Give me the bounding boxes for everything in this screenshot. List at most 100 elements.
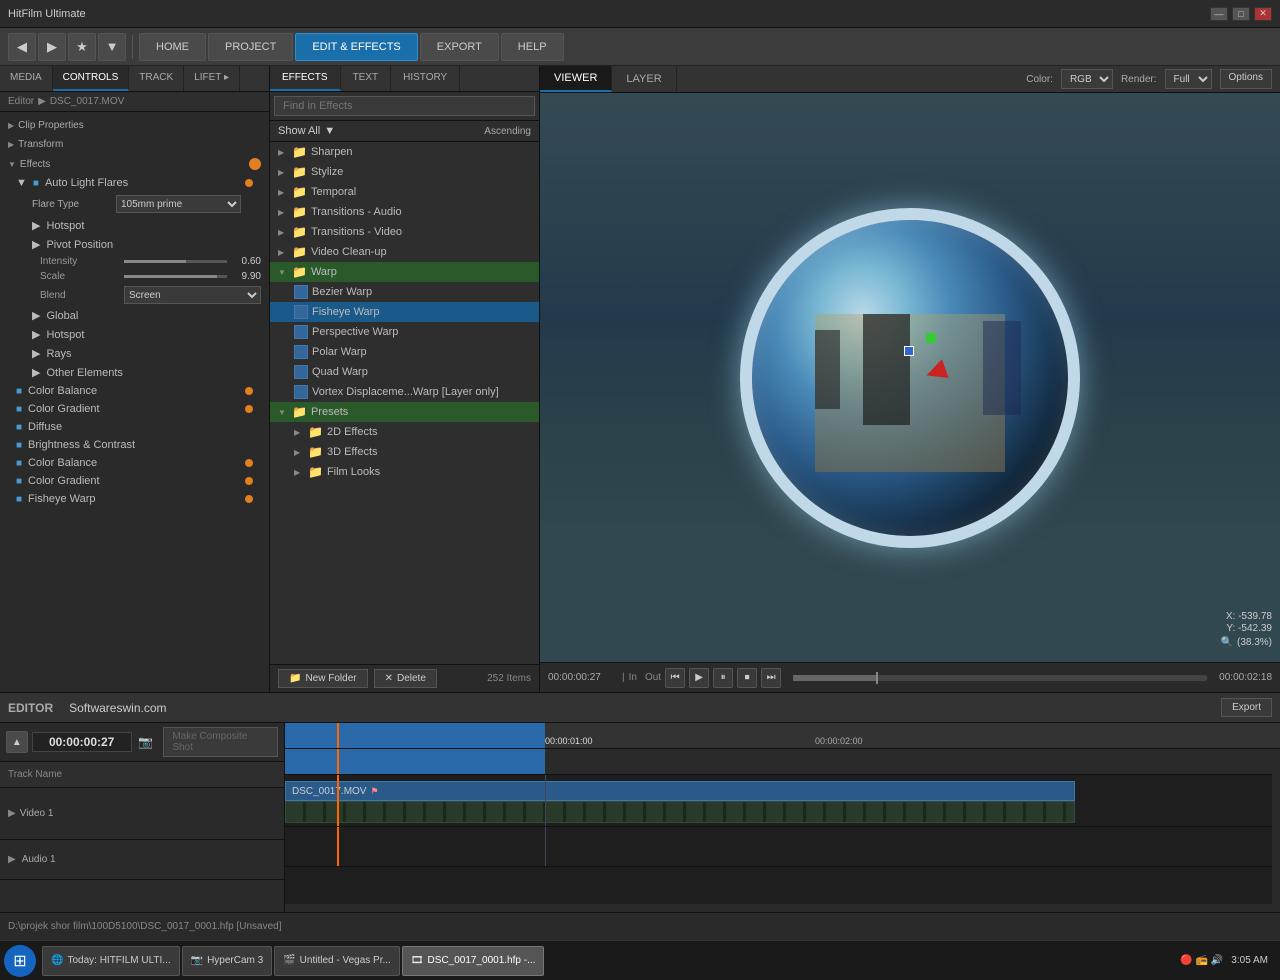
tree-transitions-audio[interactable]: ▶ 📁 Transitions - Audio xyxy=(270,202,539,222)
tree-presets[interactable]: ▼ 📁 Presets xyxy=(270,402,539,422)
video1-expand[interactable]: ▶ xyxy=(8,808,16,819)
stop-button[interactable]: ⏹ xyxy=(737,668,757,688)
effect-color-gradient2[interactable]: ■ Color Gradient xyxy=(0,472,269,490)
effect-auto-light-flares[interactable]: ▼ ■ Auto Light Flares xyxy=(0,174,269,192)
audio1-expand[interactable]: ▶ xyxy=(8,854,16,865)
prop-rays[interactable]: ▶ Rays xyxy=(0,344,269,363)
tree-vortex-warp[interactable]: Vortex Displaceme...Warp [Layer only] xyxy=(270,382,539,402)
nav-home-button[interactable]: HOME xyxy=(139,33,206,61)
prop-label: Hotspot xyxy=(46,329,84,341)
expand-arrow: ▶ xyxy=(32,309,40,322)
close-button[interactable]: ✕ xyxy=(1254,7,1272,21)
nav-back-icon[interactable]: ◀ xyxy=(8,33,36,61)
pause-button[interactable]: ⏸ xyxy=(713,668,733,688)
section-clip-properties[interactable]: ▶ Clip Properties xyxy=(0,116,269,135)
tree-video-cleanup[interactable]: ▶ 📁 Video Clean-up xyxy=(270,242,539,262)
editor-export-button[interactable]: Export xyxy=(1221,698,1272,717)
tree-film-looks[interactable]: ▶ 📁 Film Looks xyxy=(270,462,539,482)
taskbar-hitfilm[interactable]: 🎞 DSC_0017_0001.hfp -... xyxy=(402,946,545,976)
tab-media[interactable]: MEDIA xyxy=(0,66,53,91)
video-clip-bar[interactable]: DSC_0017.MOV ⚑ xyxy=(285,781,1075,801)
nav-edit-effects-button[interactable]: EDIT & EFFECTS xyxy=(295,33,417,61)
section-effects[interactable]: ▼ Effects xyxy=(0,154,269,174)
tree-polar-warp[interactable]: Polar Warp xyxy=(270,342,539,362)
marker-audio-1min xyxy=(545,827,546,866)
tab-effects[interactable]: EFFECTS xyxy=(270,66,341,91)
nav-dropdown-icon[interactable]: ▼ xyxy=(98,33,126,61)
tree-sharpen[interactable]: ▶ 📁 Sharpen xyxy=(270,142,539,162)
nav-forward-icon[interactable]: ▶ xyxy=(38,33,66,61)
tree-transitions-video[interactable]: ▶ 📁 Transitions - Video xyxy=(270,222,539,242)
tab-viewer[interactable]: VIEWER xyxy=(540,66,612,92)
effect-color-balance2[interactable]: ■ Color Balance xyxy=(0,454,269,472)
nav-export-button[interactable]: EXPORT xyxy=(420,33,499,61)
prop-hotspot[interactable]: ▶ Hotspot xyxy=(0,216,269,235)
new-folder-button[interactable]: 📁 New Folder xyxy=(278,669,368,688)
breadcrumb-sep: ▶ xyxy=(38,96,46,107)
range-bar[interactable] xyxy=(285,749,545,774)
nav-help-button[interactable]: HELP xyxy=(501,33,564,61)
taskbar-hypercam[interactable]: 📷 HyperCam 3 xyxy=(182,946,273,976)
effect-color-balance[interactable]: ■ Color Balance xyxy=(0,382,269,400)
tab-controls[interactable]: CONTROLS xyxy=(53,66,130,91)
play-button[interactable]: ▶ xyxy=(689,668,709,688)
status-path: D:\projek shor film\100D5100\DSC_0017_00… xyxy=(8,921,282,932)
tab-layer[interactable]: LAYER xyxy=(612,67,676,91)
timeline-scrollbar-h[interactable] xyxy=(285,904,1272,912)
effect-color-gradient[interactable]: ■ Color Gradient xyxy=(0,400,269,418)
effects-search-input[interactable] xyxy=(274,96,535,116)
track-header: Track Name xyxy=(0,762,284,788)
tree-stylize[interactable]: ▶ 📁 Stylize xyxy=(270,162,539,182)
tree-temporal[interactable]: ▶ 📁 Temporal xyxy=(270,182,539,202)
section-transform[interactable]: ▶ Transform xyxy=(0,135,269,154)
composite-shot-button[interactable]: Make Composite Shot xyxy=(163,727,278,757)
prev-frame-button[interactable]: ⏮ xyxy=(665,668,685,688)
folder-icon: 📁 xyxy=(292,205,307,219)
active-dot xyxy=(245,179,253,187)
minimize-button[interactable]: — xyxy=(1210,7,1228,21)
prop-global[interactable]: ▶ Global xyxy=(0,306,269,325)
start-button[interactable]: ⊞ xyxy=(4,945,36,977)
select-tool[interactable]: ▲ xyxy=(6,731,28,753)
prop-pivot-position[interactable]: ▶ Pivot Position xyxy=(0,235,269,254)
effect-diffuse[interactable]: ■ Diffuse xyxy=(0,418,269,436)
tree-3d-effects[interactable]: ▶ 📁 3D Effects xyxy=(270,442,539,462)
viewer-progress-bar[interactable] xyxy=(793,675,1207,681)
intensity-slider[interactable] xyxy=(124,260,227,263)
flare-type-select[interactable]: 105mm prime xyxy=(116,195,241,213)
maximize-button[interactable]: □ xyxy=(1232,7,1250,21)
tree-2d-effects[interactable]: ▶ 📁 2D Effects xyxy=(270,422,539,442)
color-select[interactable]: RGB xyxy=(1061,69,1113,89)
tree-perspective-warp[interactable]: Perspective Warp xyxy=(270,322,539,342)
camera-icon[interactable]: 📷 xyxy=(136,732,156,752)
tab-lifet[interactable]: LIFET ▸ xyxy=(184,66,240,91)
folder-icon: 📁 xyxy=(292,185,307,199)
nav-project-button[interactable]: PROJECT xyxy=(208,33,293,61)
nav-bookmark-icon[interactable]: ★ xyxy=(68,33,96,61)
tree-warp[interactable]: ▼ 📁 Warp xyxy=(270,262,539,282)
effect-icon: ■ xyxy=(16,476,22,487)
effect-name: Diffuse xyxy=(28,421,62,433)
timeline-video1-row: DSC_0017.MOV ⚑ xyxy=(285,775,1280,827)
taskbar-browser[interactable]: 🌐 Today: HITFILM ULTI... xyxy=(42,946,180,976)
taskbar-vegas[interactable]: 🎬 Untitled - Vegas Pr... xyxy=(274,946,400,976)
blend-select[interactable]: Screen xyxy=(124,286,261,304)
tree-fisheye-warp[interactable]: Fisheye Warp xyxy=(270,302,539,322)
timeline-scrollbar-v[interactable] xyxy=(1272,749,1280,912)
tree-bezier-warp[interactable]: Bezier Warp xyxy=(270,282,539,302)
prop-other-elements[interactable]: ▶ Other Elements xyxy=(0,363,269,382)
options-button[interactable]: Options xyxy=(1220,69,1272,89)
render-select[interactable]: Full xyxy=(1165,69,1212,89)
next-frame-button[interactable]: ⏭ xyxy=(761,668,781,688)
tab-history[interactable]: HISTORY xyxy=(391,66,460,91)
prop-hotspot2[interactable]: ▶ Hotspot xyxy=(0,325,269,344)
effect-brightness-contrast[interactable]: ■ Brightness & Contrast xyxy=(0,436,269,454)
sort-button[interactable]: Ascending xyxy=(484,126,531,137)
tab-text[interactable]: TEXT xyxy=(341,66,392,91)
tab-track[interactable]: TRACK xyxy=(129,66,184,91)
show-all-button[interactable]: Show All ▼ xyxy=(278,125,335,137)
delete-button[interactable]: ✕ Delete xyxy=(374,669,437,688)
effect-fisheye-warp[interactable]: ■ Fisheye Warp xyxy=(0,490,269,508)
scale-slider[interactable] xyxy=(124,275,227,278)
tree-quad-warp[interactable]: Quad Warp xyxy=(270,362,539,382)
